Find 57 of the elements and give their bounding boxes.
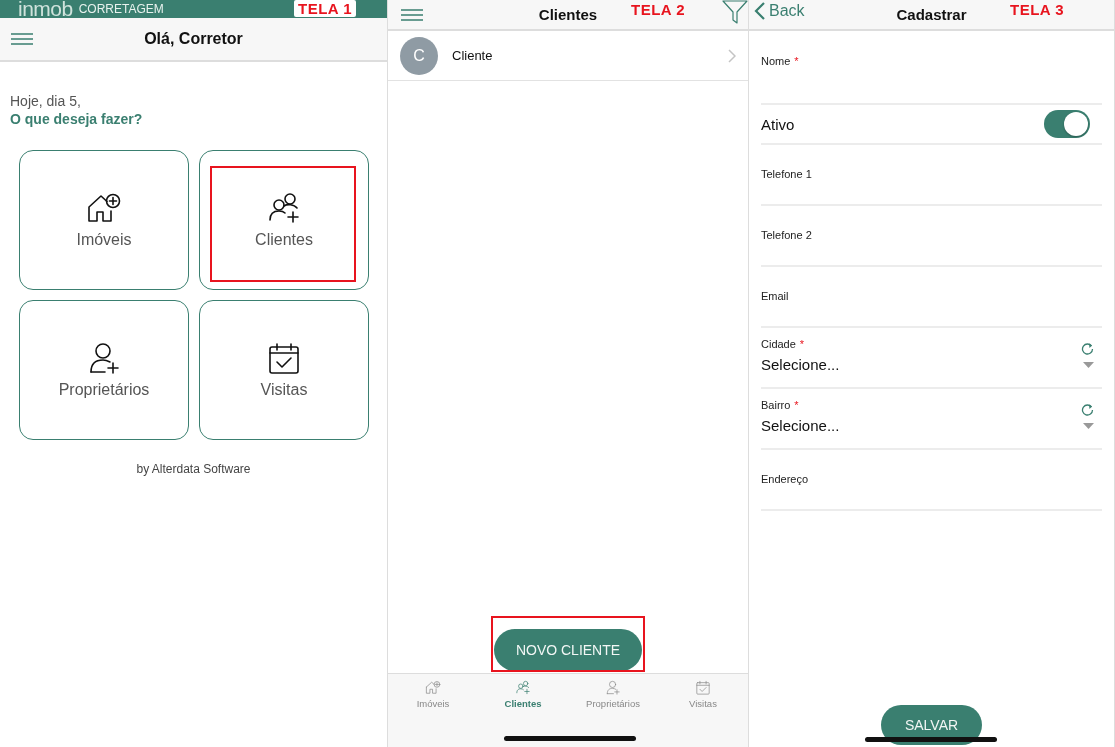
- tab-item[interactable]: Proprietários: [568, 674, 658, 710]
- screen-title: Olá, Corretor: [144, 30, 243, 48]
- annotation-label: TELA 3: [1010, 1, 1065, 18]
- menu-tile[interactable]: Proprietários: [19, 300, 189, 440]
- text-field[interactable]: Telefone 1: [761, 145, 1102, 206]
- annotation-label: TELA 2: [631, 1, 686, 18]
- text-field[interactable]: Endereço: [761, 450, 1102, 511]
- chevron-right-icon: [728, 48, 736, 63]
- menu-icon[interactable]: [11, 33, 33, 45]
- required-asterisk: *: [799, 338, 805, 350]
- dropdown-field[interactable]: Selecione...: [761, 356, 840, 373]
- prompt-text: O que deseja fazer?: [10, 110, 144, 128]
- menu-tile[interactable]: Visitas: [199, 300, 369, 440]
- text-field[interactable]: Email: [761, 267, 1102, 328]
- field-label: Email: [761, 290, 789, 302]
- screen-title: Clientes: [538, 6, 598, 23]
- tab-item[interactable]: Visitas: [658, 674, 748, 710]
- dropdown-field[interactable]: Selecione...: [761, 417, 840, 434]
- menu-tile[interactable]: Imóveis: [19, 150, 189, 290]
- dropdown-caret-icon: [1083, 361, 1094, 368]
- tile-label: Proprietários: [58, 381, 150, 399]
- annotation-label: TELA 1: [294, 0, 357, 17]
- dropdown-caret-icon: [1083, 422, 1094, 429]
- new-client-button[interactable]: NOVO CLIENTE: [493, 629, 643, 671]
- tab-item[interactable]: Imóveis: [388, 674, 478, 710]
- toggle-label: Ativo: [761, 115, 795, 133]
- refresh-icon[interactable]: [1081, 403, 1094, 416]
- client-name: Cliente: [452, 48, 494, 63]
- logo-text: inmob: [18, 0, 73, 18]
- text-field[interactable]: Nome *: [761, 31, 1102, 105]
- field-label: Cidade: [761, 338, 796, 350]
- field-label: Telefone 1: [761, 168, 812, 180]
- credit-text: by Alterdata Software: [135, 461, 252, 476]
- required-asterisk: *: [794, 399, 799, 411]
- toggle-switch[interactable]: [1044, 110, 1090, 138]
- tab-item[interactable]: Clientes: [478, 674, 568, 710]
- list-row[interactable]: C Cliente: [388, 31, 748, 81]
- menu-tile[interactable]: Clientes: [199, 150, 369, 290]
- text-field[interactable]: Telefone 2: [761, 206, 1102, 267]
- field-label: Endereço: [761, 473, 809, 485]
- tile-label: Visitas: [260, 381, 308, 399]
- chevron-left-icon: [754, 2, 766, 20]
- field-label: Nome: [761, 55, 791, 67]
- logo-tagline: CORRETAGEM: [78, 2, 164, 16]
- field-label: Bairro: [761, 399, 791, 411]
- menu-icon[interactable]: [401, 8, 423, 21]
- tile-label: Clientes: [255, 231, 313, 249]
- screen-title: Cadastrar: [896, 6, 967, 23]
- field-label: Telefone 2: [761, 229, 812, 241]
- refresh-icon[interactable]: [1081, 342, 1094, 355]
- back-button[interactable]: Back: [754, 2, 805, 20]
- greeting-text: Hoje, dia 5,: [10, 92, 82, 110]
- house-plus-icon: [85, 191, 123, 225]
- avatar-circle: C: [400, 36, 438, 75]
- required-asterisk: *: [794, 55, 799, 67]
- tile-label: Imóveis: [76, 231, 132, 249]
- filter-icon[interactable]: [722, 0, 748, 24]
